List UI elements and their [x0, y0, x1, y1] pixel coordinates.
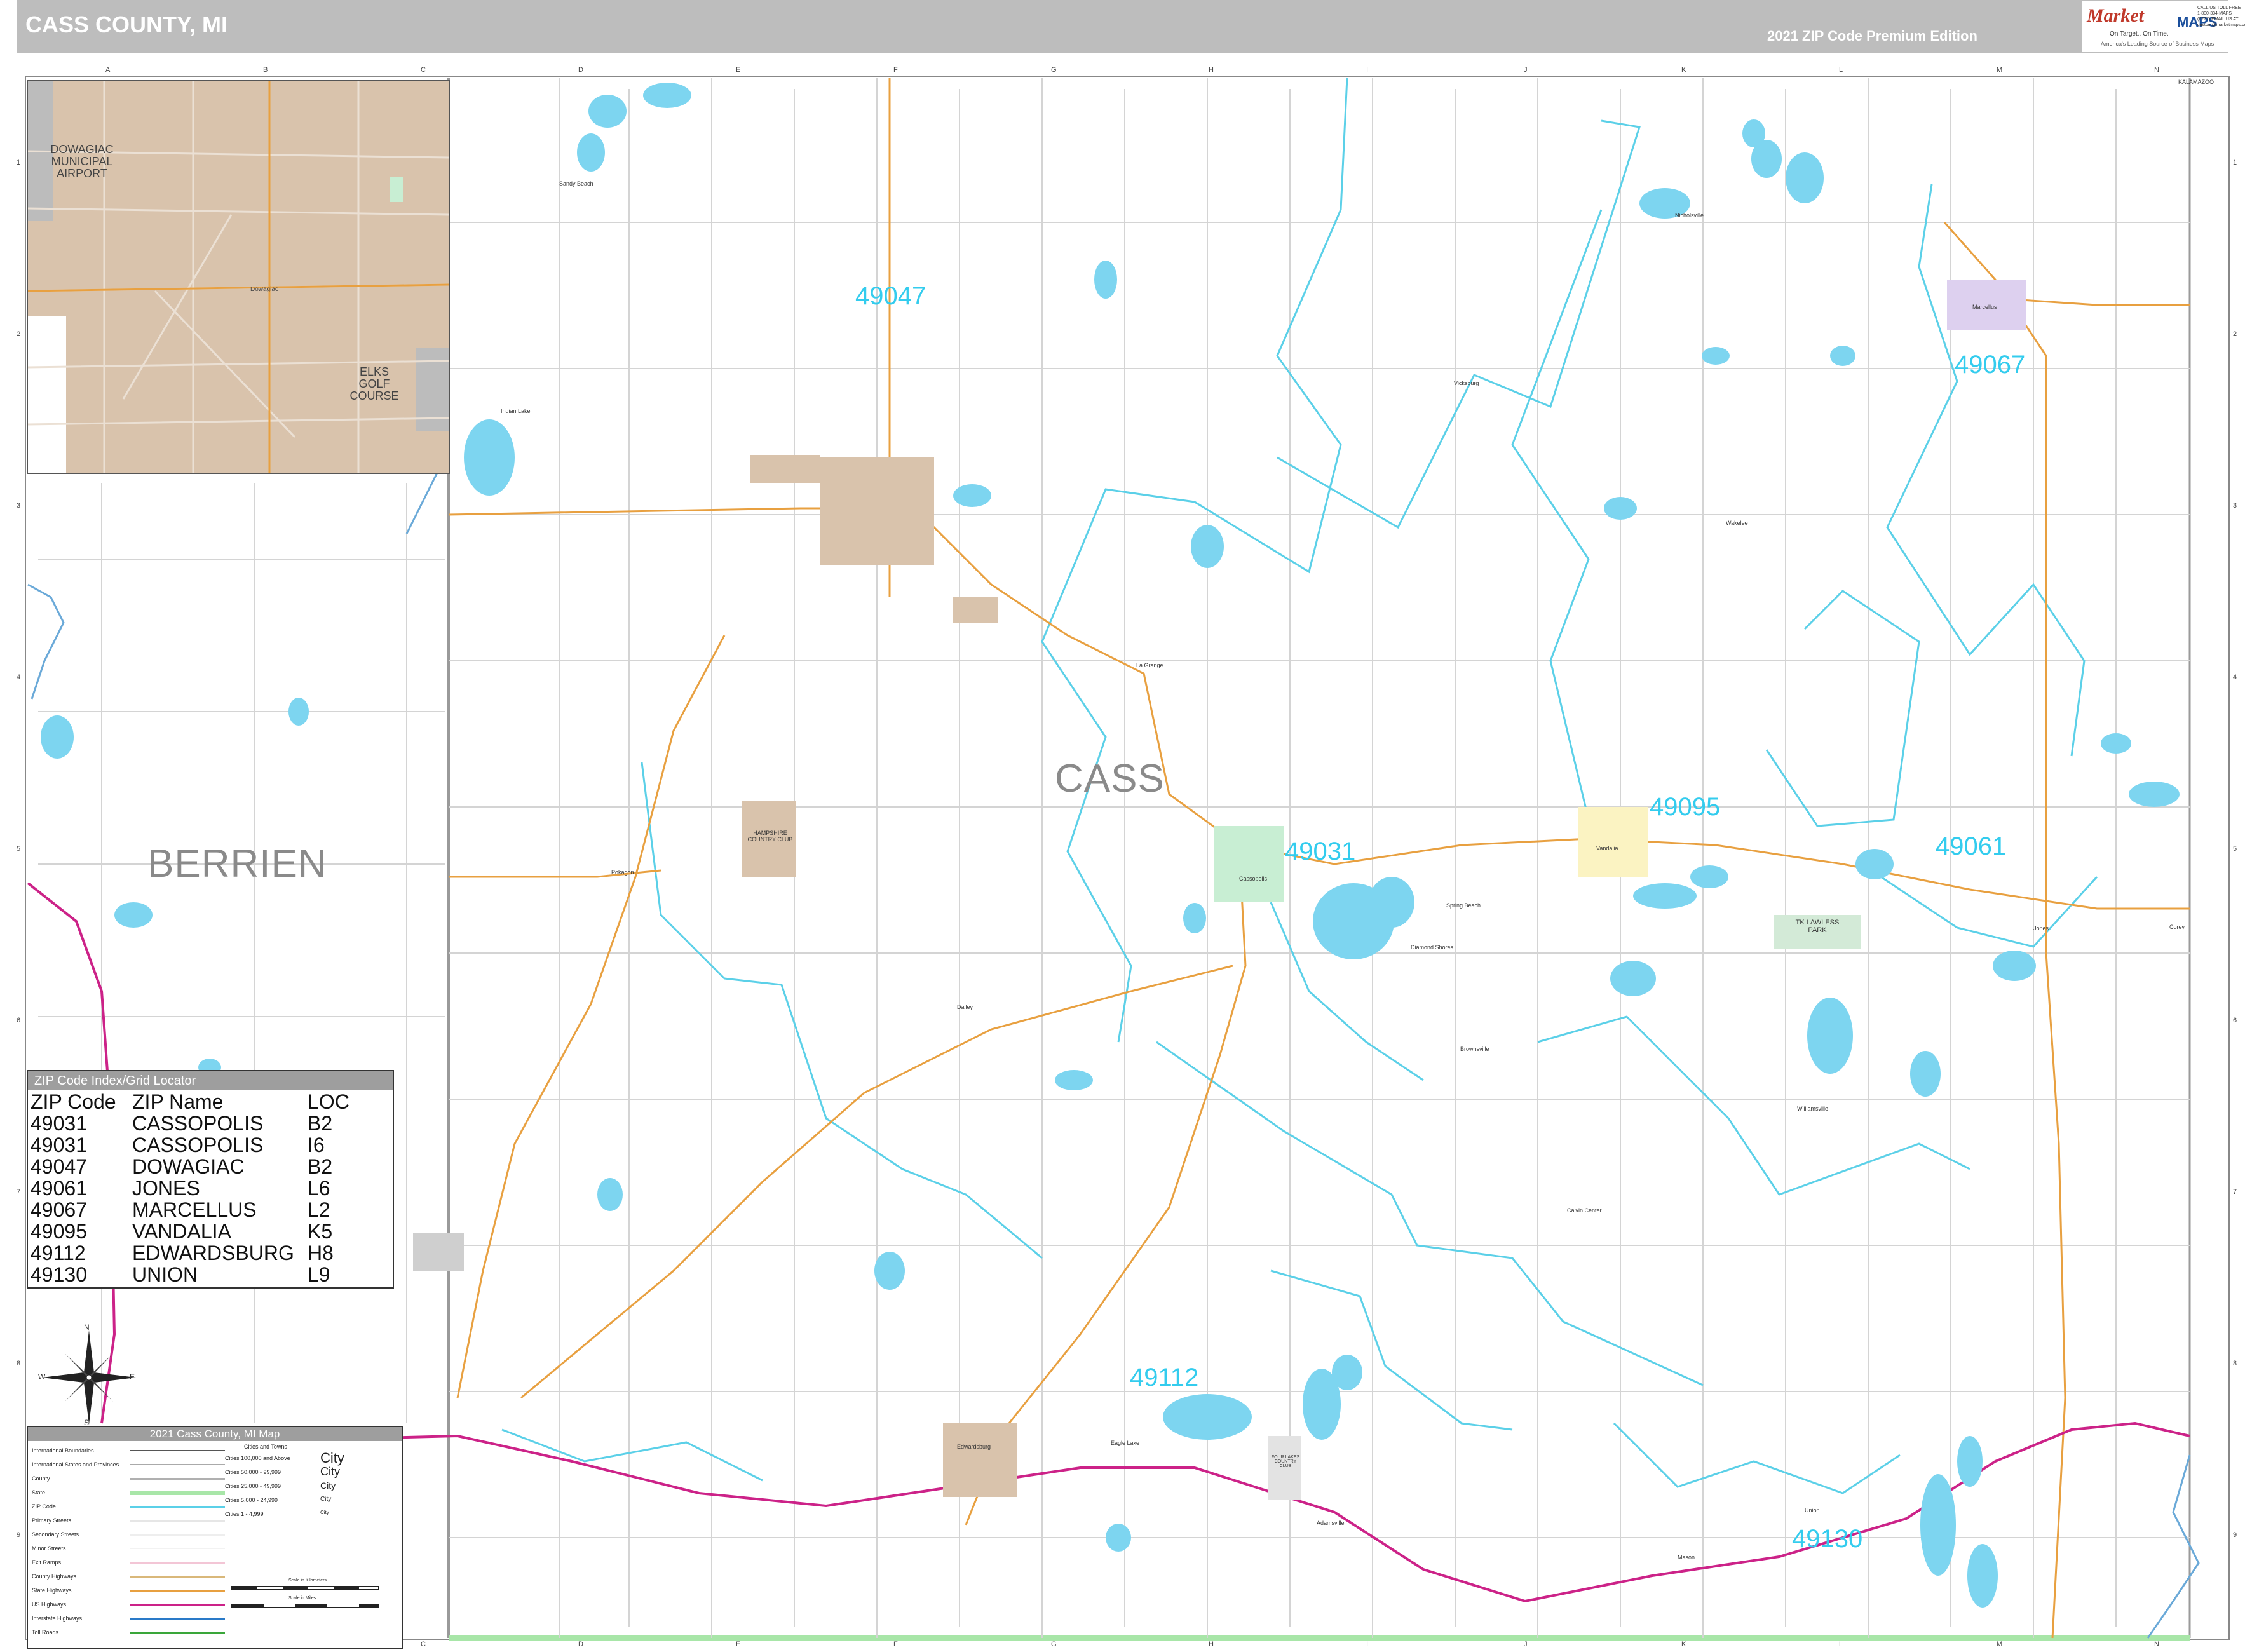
compass-e: E — [130, 1372, 135, 1381]
county-label-berrien: BERRIEN — [147, 842, 327, 886]
place-label: Pokagon — [611, 869, 634, 876]
legend-item: State Highways — [32, 1587, 72, 1594]
legend-item: US Highways — [32, 1601, 67, 1608]
legend-item: ZIP Code — [32, 1503, 56, 1510]
place-label: Nicholsville — [1675, 212, 1704, 219]
place-label: Union — [1805, 1507, 1820, 1513]
zip-index-header-row: ZIP Code ZIP Name LOC — [28, 1090, 393, 1113]
vandalia-area — [1578, 807, 1648, 877]
legend-city-sample: City — [320, 1510, 329, 1515]
place-label: Williamsville — [1797, 1106, 1828, 1112]
place-label: Brownsville — [1460, 1046, 1489, 1052]
header-zip-code: ZIP Code — [31, 1090, 116, 1113]
header-loc: LOC — [308, 1090, 349, 1113]
place-label: Dailey — [957, 1004, 973, 1010]
niles-area — [413, 1233, 464, 1271]
place-label: Adamsville — [1317, 1520, 1345, 1526]
legend-item: International States and Provinces — [32, 1461, 119, 1468]
legend-city-sample: City — [320, 1465, 340, 1478]
table-row: 49130 UNION L9 — [31, 1263, 330, 1286]
kalamazoo-label: KALAMAZOO — [2178, 79, 2214, 85]
table-row: 49061 JONES L6 — [31, 1177, 330, 1200]
four-lakes-cc-label: FOUR LAKES COUNTRY CLUB — [1271, 1455, 1300, 1468]
legend-item: State — [32, 1489, 46, 1496]
place-label: Diamond Shores — [1411, 944, 1454, 951]
edwardsburg-area — [943, 1423, 1017, 1497]
table-row: 49047 DOWAGIAC B2 — [31, 1155, 333, 1178]
legend-item: County — [32, 1475, 50, 1482]
table-row: 49067 MARCELLUS L2 — [31, 1198, 330, 1221]
airport-label: DOWAGIAC MUNICIPAL AIRPORT — [50, 143, 114, 180]
dowagiac-inset-map[interactable]: DOWAGIAC MUNICIPAL AIRPORT Dowagiac ELKS… — [27, 80, 450, 474]
place-label: Vandalia — [1596, 845, 1618, 851]
legend-city-range: Cities 25,000 - 49,999 — [225, 1483, 281, 1489]
dowagiac-area-a — [750, 455, 820, 483]
zip-boundaries — [501, 77, 2098, 1494]
elks-golf-label: ELKS GOLF COURSE — [349, 365, 399, 402]
dowagiac-area-b — [820, 457, 934, 565]
place-label: Jones — [2033, 925, 2049, 931]
lawless-park-label: TK LAWLESS PARK — [1795, 919, 1840, 934]
hampshire-cc-label: HAMPSHIRE COUNTRY CLUB — [747, 830, 793, 843]
compass-n: N — [84, 1323, 90, 1332]
dowagiac-area-c — [953, 597, 998, 623]
legend-city-range: Cities 50,000 - 99,999 — [225, 1469, 281, 1475]
place-label: Vicksburg — [1454, 380, 1479, 386]
place-label: Edwardsburg — [957, 1444, 991, 1450]
place-label: Corey — [2169, 924, 2185, 930]
legend-item: Toll Roads — [32, 1629, 59, 1635]
place-label: Cassopolis — [1239, 876, 1268, 882]
place-label: Spring Beach — [1446, 902, 1481, 909]
scale-km-label: Scale in Kilometers — [288, 1578, 327, 1583]
zip-label-49047: 49047 — [855, 282, 926, 310]
cassopolis-area — [1214, 826, 1284, 902]
zip-label-49061: 49061 — [1936, 832, 2007, 860]
zip-label-49031: 49031 — [1285, 837, 1356, 865]
legend-city-sample: City — [320, 1480, 336, 1491]
zip-label-49130: 49130 — [1792, 1525, 1863, 1553]
scale-mi-label: Scale in Miles — [288, 1596, 316, 1601]
zip-index-title: ZIP Code Index/Grid Locator — [28, 1071, 393, 1090]
place-label: La Grange — [1136, 662, 1163, 668]
place-label: Mason — [1678, 1554, 1695, 1561]
header-zip-name: ZIP Name — [132, 1090, 224, 1113]
inset-dowagiac-label: Dowagiac — [250, 286, 278, 293]
legend-item: County Highways — [32, 1573, 77, 1580]
legend-city-range: Cities 1 - 4,999 — [225, 1511, 264, 1517]
legend-city-header: Cities and Towns — [244, 1444, 287, 1450]
compass-w: W — [38, 1372, 46, 1381]
legend-item: Secondary Streets — [32, 1531, 79, 1538]
legend-item: Interstate Highways — [32, 1615, 83, 1622]
legend-title: 2021 Cass County, MI Map — [28, 1427, 402, 1441]
legend-city-range: Cities 100,000 and Above — [225, 1455, 290, 1461]
legend-city-sample: City — [320, 1496, 332, 1503]
place-label: Indian Lake — [501, 408, 531, 414]
place-label: Eagle Lake — [1111, 1440, 1140, 1446]
inset-streets — [28, 81, 449, 473]
map-legend: 2021 Cass County, MI Map International B… — [27, 1426, 403, 1649]
place-label: Calvin Center — [1567, 1207, 1602, 1214]
place-label: Wakelee — [1726, 520, 1748, 526]
legend-item: Primary Streets — [32, 1517, 72, 1524]
compass-rose-icon — [42, 1330, 136, 1425]
place-label: Sandy Beach — [559, 180, 593, 187]
legend-item: International Boundaries — [32, 1447, 94, 1454]
table-row: 49095 VANDALIA K5 — [31, 1220, 333, 1243]
zip-label-49095: 49095 — [1650, 793, 1721, 821]
table-row: 49031 CASSOPOLIS B2 — [31, 1112, 333, 1135]
legend-city-range: Cities 5,000 - 24,999 — [225, 1497, 278, 1503]
legend-item: Minor Streets — [32, 1545, 66, 1552]
county-label-cass: CASS — [1055, 757, 1165, 801]
zip-label-49067: 49067 — [1955, 351, 2026, 379]
place-label: Marcellus — [1972, 304, 1997, 310]
legend-item: Exit Ramps — [32, 1559, 62, 1566]
zip-label-49112: 49112 — [1130, 1364, 1199, 1391]
legend-city-sample: City — [320, 1450, 344, 1466]
zip-index-table: ZIP Code Index/Grid Locator ZIP Code ZIP… — [27, 1070, 394, 1289]
table-row: 49031 CASSOPOLIS I6 — [31, 1134, 325, 1156]
table-row: 49112 EDWARDSBURG H8 — [31, 1242, 334, 1264]
